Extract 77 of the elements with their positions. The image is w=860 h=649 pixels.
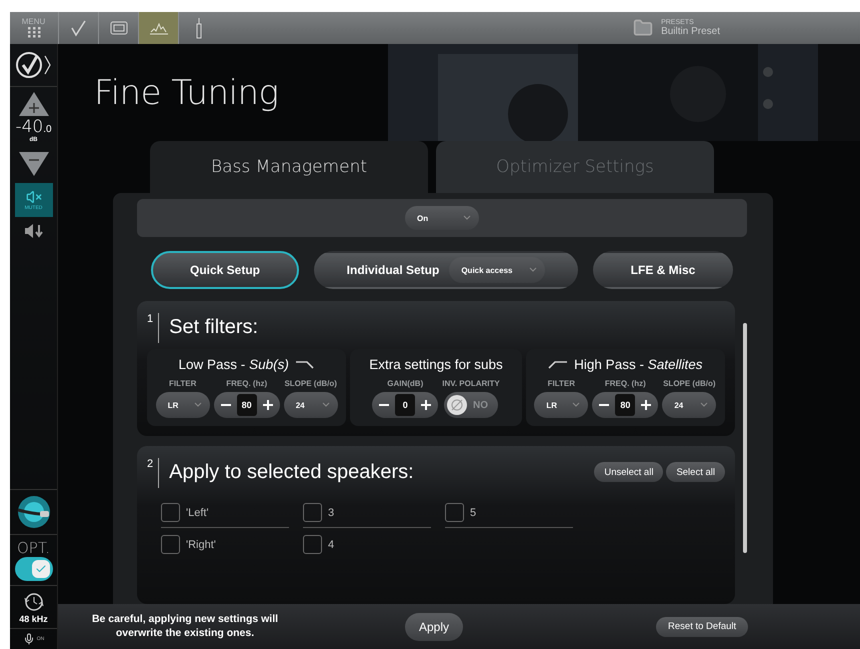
- chevron-icon: [463, 215, 471, 221]
- value-display: 80: [615, 394, 636, 416]
- plus-icon: [640, 399, 652, 411]
- checkbox[interactable]: [161, 503, 180, 522]
- select-button[interactable]: Select all: [666, 462, 725, 482]
- folder-icon: [633, 18, 654, 38]
- sample-rate: 48 kHz: [19, 614, 48, 624]
- field-label: FREQ. (hz): [226, 379, 268, 388]
- setup-button[interactable]: LFE & Misc: [593, 251, 733, 289]
- menu-icon: [26, 26, 40, 38]
- tab[interactable]: Bass Management: [150, 141, 428, 193]
- chevron-icon: [529, 267, 538, 273]
- filter-select[interactable]: 24: [662, 392, 716, 418]
- reset-button[interactable]: Reset to Default: [656, 616, 748, 636]
- section-title: Apply to selected speakers:: [169, 460, 414, 484]
- polarity-icon: [447, 395, 467, 415]
- value-stepper[interactable]: 80: [592, 392, 658, 418]
- group-title: High Pass - Satellites: [574, 356, 702, 372]
- plus-icon: [262, 399, 274, 411]
- mode-select[interactable]: On: [405, 206, 479, 230]
- select-button[interactable]: Unselect all: [594, 462, 664, 482]
- plus-icon: [420, 399, 432, 411]
- field-label: FILTER: [548, 379, 576, 388]
- check-icon: [34, 563, 46, 575]
- opt-switch[interactable]: [14, 557, 52, 581]
- checkbox[interactable]: [161, 535, 180, 554]
- checkbox[interactable]: [303, 503, 322, 522]
- chevron-icon: [194, 402, 202, 408]
- access-select[interactable]: Quick access: [449, 257, 546, 283]
- checkbox[interactable]: [303, 535, 322, 554]
- value-stepper[interactable]: 80: [214, 392, 280, 418]
- chevron-icon: [700, 402, 708, 408]
- check-icon: [70, 19, 88, 37]
- value-stepper[interactable]: 0: [372, 392, 438, 418]
- value-display: 0: [395, 394, 416, 416]
- speaker-checkbox[interactable]: 3: [303, 498, 431, 528]
- volume-up-button[interactable]: [18, 91, 50, 117]
- filter-select[interactable]: LR: [534, 392, 588, 418]
- group-title: Extra settings for subs: [369, 356, 503, 372]
- speaker-checkbox[interactable]: 5: [445, 498, 573, 528]
- lowpass-curve-icon: [294, 359, 315, 369]
- field-label: FREQ. (hz): [604, 379, 646, 388]
- field-label: SLOPE (dB/o): [284, 379, 337, 388]
- speaker-checkbox[interactable]: 'Right': [161, 530, 289, 560]
- field-label: INV. POLARITY: [442, 379, 500, 388]
- speaker-checkbox[interactable]: 4: [303, 530, 431, 560]
- section-number: 2: [147, 458, 160, 488]
- speaker-down-icon: [24, 223, 44, 239]
- warning-text: Be careful, applying new settings will overwrite the existing ones.: [90, 612, 280, 640]
- toolbar-tab[interactable]: [138, 12, 178, 44]
- graph-icon: [148, 21, 168, 35]
- mute-icon: [26, 189, 42, 205]
- opt-label: OPT.: [16, 539, 50, 557]
- filter-select[interactable]: LR: [156, 392, 210, 418]
- chevron-icon: [572, 402, 580, 408]
- group-title: Low Pass - Sub(s): [178, 356, 289, 372]
- checkbox[interactable]: [445, 503, 464, 522]
- setup-button[interactable]: Quick Setup: [151, 251, 299, 289]
- section-title: Set filters:: [169, 316, 258, 338]
- page-title: Fine Tuning: [94, 72, 278, 112]
- field-label: GAIN(dB): [387, 379, 424, 388]
- chevron-icon: [322, 402, 330, 408]
- filter-select[interactable]: 24: [284, 392, 338, 418]
- microphone-icon: [22, 633, 35, 645]
- cable-icon[interactable]: [16, 494, 52, 530]
- screen-icon: [110, 21, 128, 35]
- probe-icon: [194, 17, 204, 39]
- volume-reading: -40.0: [15, 117, 52, 137]
- volume-down-button[interactable]: [18, 151, 50, 177]
- speaker-checkbox[interactable]: 'Left': [161, 498, 289, 528]
- highpass-curve-icon: [548, 359, 568, 369]
- apply-button[interactable]: Apply: [405, 612, 464, 640]
- setup-button[interactable]: Individual Setup Quick access: [314, 251, 578, 289]
- field-label: SLOPE (dB/o): [663, 379, 716, 388]
- value-display: 80: [236, 394, 257, 416]
- section-number: 1: [147, 313, 160, 343]
- field-label: FILTER: [168, 379, 196, 388]
